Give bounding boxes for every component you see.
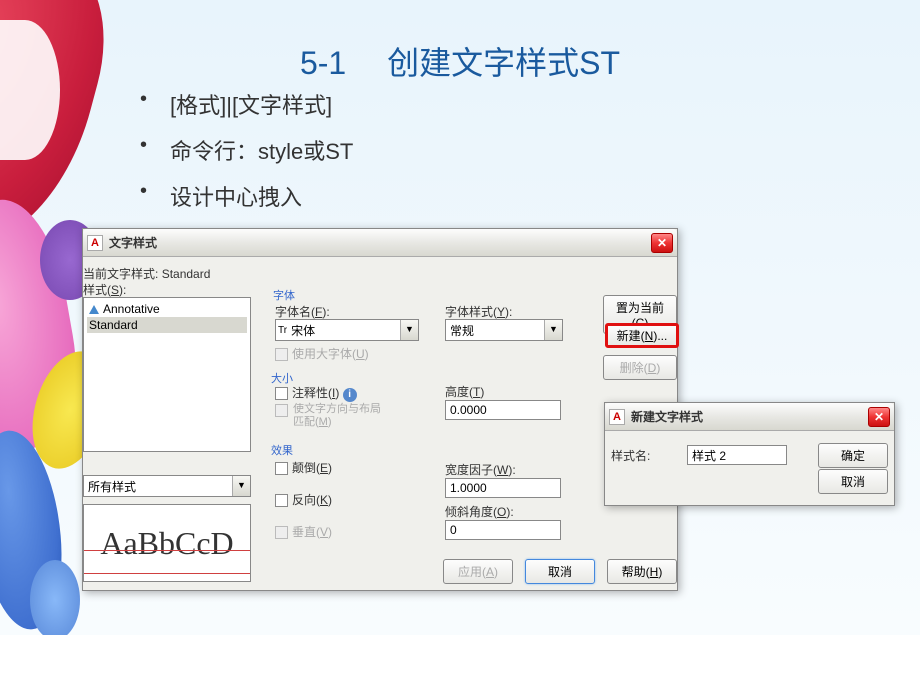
current-style-value: Standard <box>162 267 211 281</box>
annotative-checkbox[interactable]: 注释性(I) i <box>275 384 357 402</box>
font-style-combo[interactable]: 常规 ▼ <box>445 319 563 341</box>
titlebar[interactable]: A 文字样式 ✕ <box>83 229 677 257</box>
bullet-list: [格式]|[文字样式] 命令行：style或ST 设计中心拽入 <box>130 88 353 226</box>
font-name-label: 字体名(F): <box>275 303 330 320</box>
preview-box: AaBbCcD <box>83 504 251 582</box>
dialog-title: 新建文字样式 <box>631 408 868 425</box>
style-item-annotative[interactable]: Annotative <box>87 301 247 317</box>
bullet-item: 命令行：style或ST <box>130 134 353 166</box>
app-icon: A <box>609 409 625 425</box>
text-style-dialog: A 文字样式 ✕ 当前文字样式: Standard 样式(S): Annotat… <box>82 228 678 591</box>
height-label: 高度(T) <box>445 383 484 400</box>
style-filter-combo[interactable]: 所有样式 ▼ <box>83 475 251 497</box>
new-button[interactable]: 新建(N)... <box>605 323 679 348</box>
cancel-button[interactable]: 取消 <box>525 559 595 584</box>
chevron-down-icon[interactable]: ▼ <box>544 320 562 340</box>
apply-button: 应用(A) <box>443 559 513 584</box>
upside-checkbox[interactable]: 颠倒(E) <box>275 459 332 476</box>
effects-group-label: 效果 <box>271 442 293 458</box>
width-factor-input[interactable] <box>445 478 561 498</box>
vertical-checkbox: 垂直(V) <box>275 523 332 540</box>
styles-listbox[interactable]: Annotative Standard <box>83 297 251 452</box>
backward-checkbox[interactable]: 反向(K) <box>275 491 332 508</box>
style-name-input[interactable] <box>687 445 787 465</box>
ok-button[interactable]: 确定 <box>818 443 888 468</box>
styles-list-label: 样式(S): <box>83 281 126 298</box>
slide-footer <box>0 635 920 690</box>
width-factor-label: 宽度因子(W): <box>445 461 516 478</box>
match-orient-checkbox: 使文字方向与布局匹配(M) <box>293 403 381 429</box>
info-icon[interactable]: i <box>343 388 357 402</box>
annotative-icon <box>89 305 99 314</box>
truetype-icon: Tr <box>276 325 287 336</box>
font-group-label: 字体 <box>273 287 295 303</box>
slide-title: 5-1 创建文字样式ST <box>0 38 920 84</box>
titlebar[interactable]: A 新建文字样式 ✕ <box>605 403 894 431</box>
style-item-standard[interactable]: Standard <box>87 317 247 333</box>
bigfont-checkbox: 使用大字体(U) <box>275 345 369 362</box>
font-style-label: 字体样式(Y): <box>445 303 512 320</box>
close-icon[interactable]: ✕ <box>651 233 673 253</box>
oblique-label: 倾斜角度(O): <box>445 503 514 520</box>
app-icon: A <box>87 235 103 251</box>
bullet-item: [格式]|[文字样式] <box>130 88 353 120</box>
current-style-label: 当前文字样式: <box>83 267 158 281</box>
chevron-down-icon[interactable]: ▼ <box>232 476 250 496</box>
bullet-item: 设计中心拽入 <box>130 180 353 212</box>
chevron-down-icon[interactable]: ▼ <box>400 320 418 340</box>
cancel-button[interactable]: 取消 <box>818 469 888 494</box>
font-name-combo[interactable]: Tr 宋体 ▼ <box>275 319 419 341</box>
new-text-style-dialog: A 新建文字样式 ✕ 样式名: 确定 取消 <box>604 402 895 506</box>
close-icon[interactable]: ✕ <box>868 407 890 427</box>
help-button[interactable]: 帮助(H) <box>607 559 677 584</box>
dialog-title: 文字样式 <box>109 234 651 251</box>
oblique-input[interactable] <box>445 520 561 540</box>
style-name-label: 样式名: <box>611 447 650 464</box>
height-input[interactable] <box>445 400 561 420</box>
preview-text: AaBbCcD <box>100 525 233 562</box>
delete-button: 删除(D) <box>603 355 677 380</box>
